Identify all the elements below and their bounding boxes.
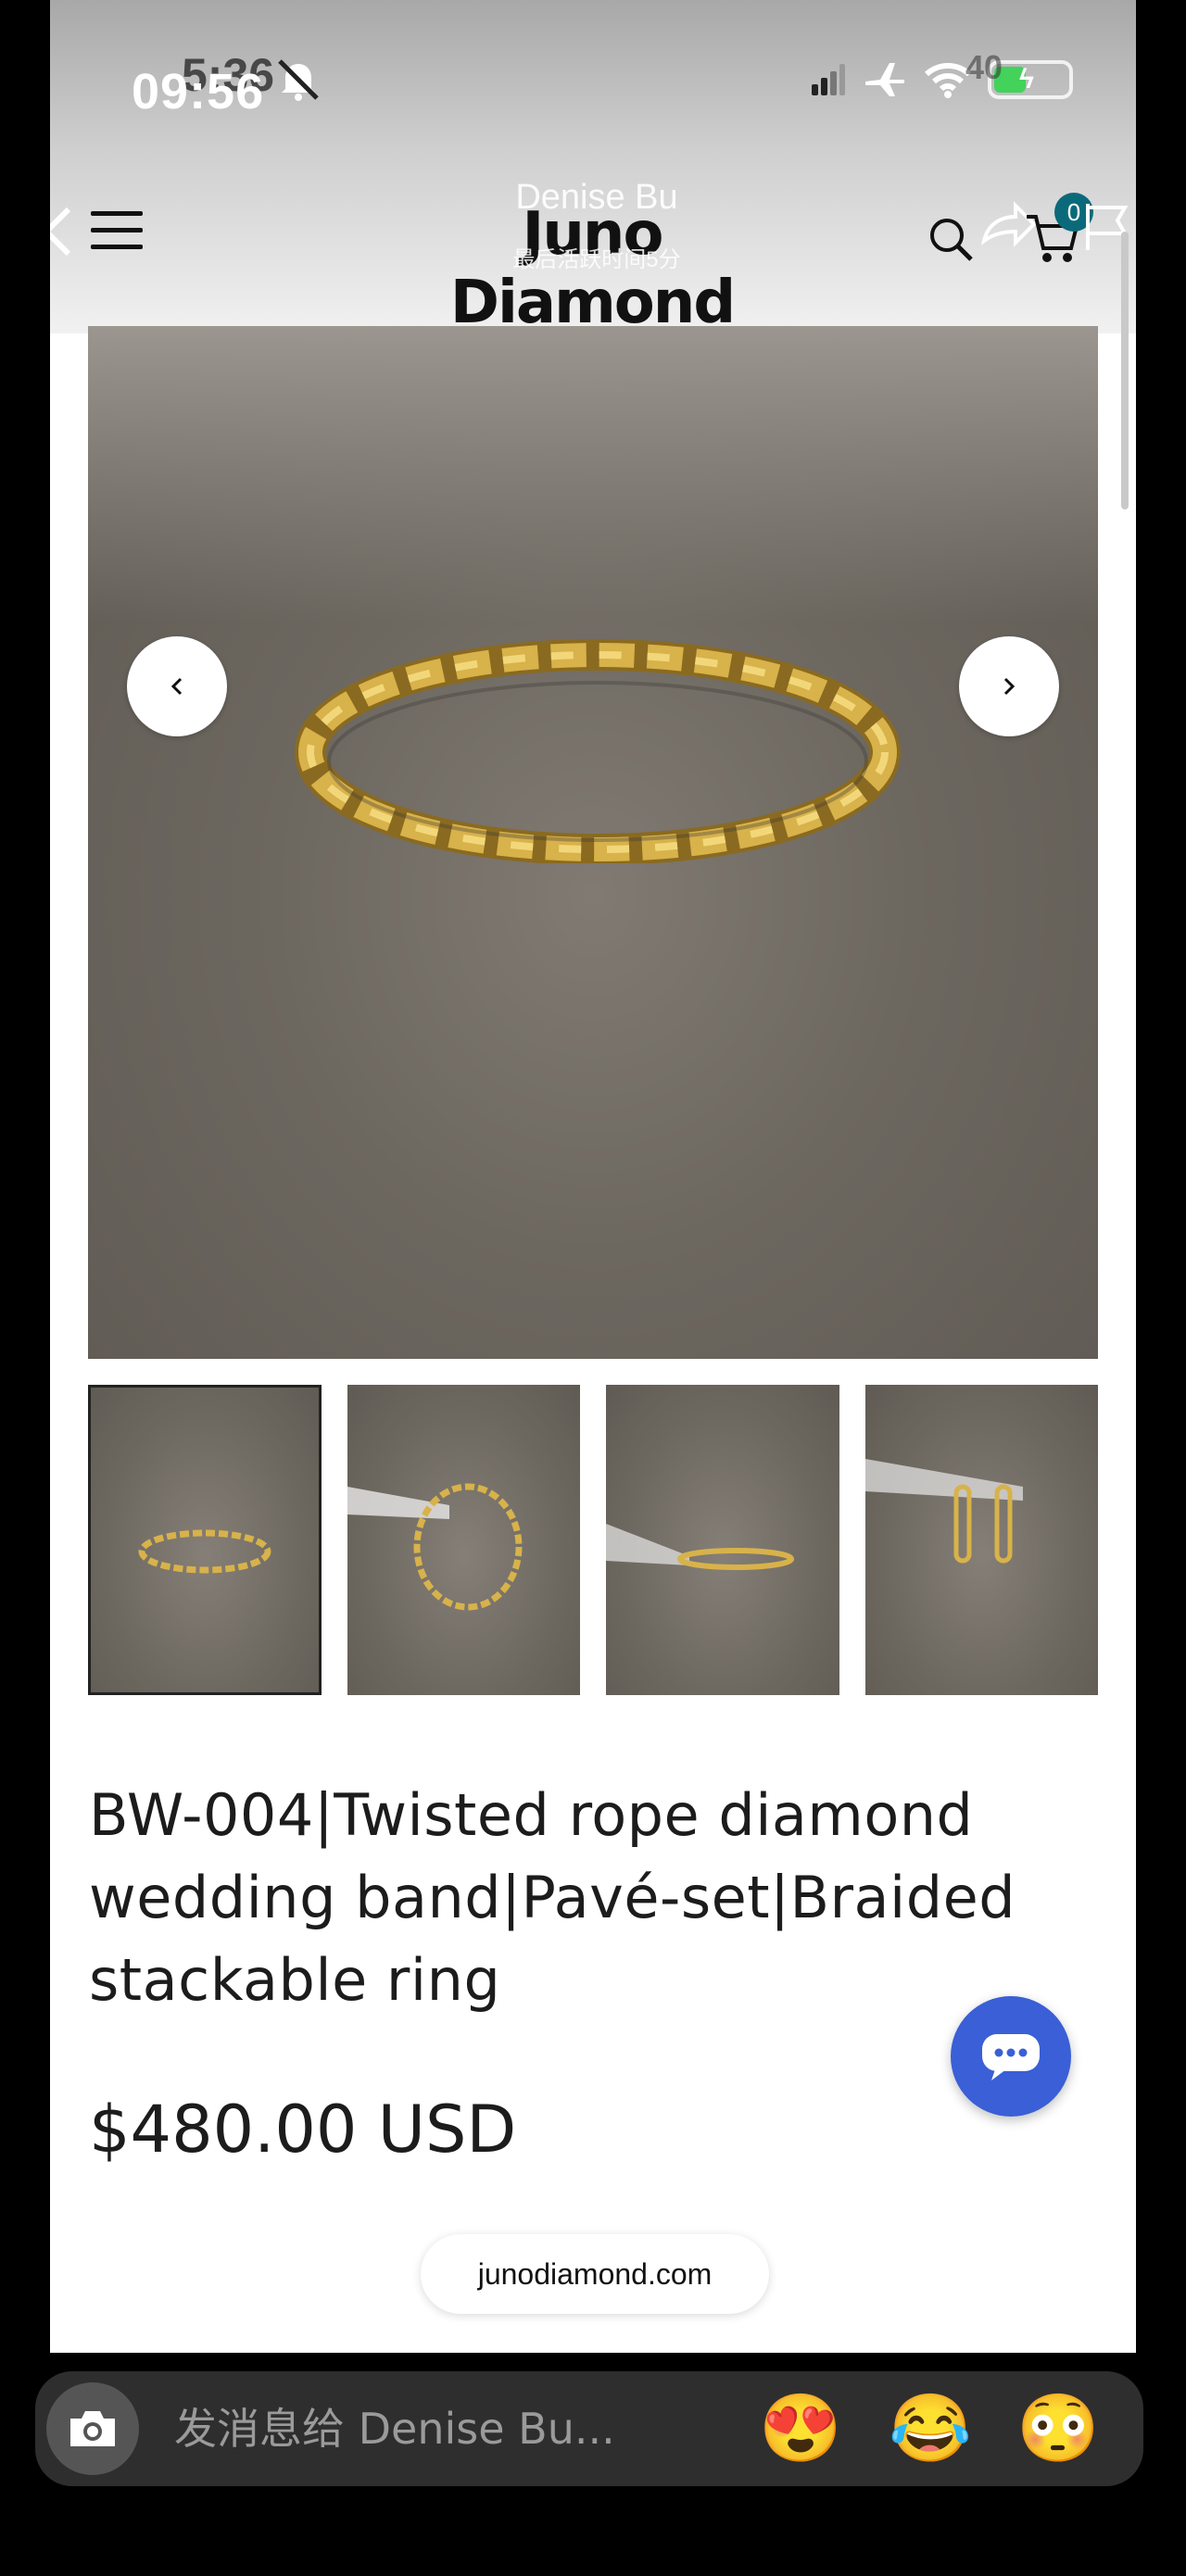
thumbnail-2[interactable]	[347, 1385, 580, 1695]
back-icon[interactable]	[50, 204, 78, 259]
thumbnail-3[interactable]	[606, 1385, 839, 1695]
prev-image-button[interactable]	[127, 636, 227, 736]
menu-icon[interactable]	[91, 211, 143, 250]
contact-subtitle: 最后活跃时间5分	[512, 247, 681, 272]
search-icon[interactable]	[925, 213, 977, 265]
product-title: BW-004|Twisted rope diamond wedding band…	[89, 1781, 1016, 2014]
signal-icon	[812, 64, 845, 95]
message-input[interactable]	[174, 2399, 656, 2458]
product-price: $480.00 USD	[89, 2092, 517, 2168]
emoji-flushed[interactable]: 😳	[1016, 2386, 1101, 2471]
chat-button[interactable]	[951, 1996, 1071, 2117]
app-frame: 5:36 09:56 ϟ 40 Juno Diamond Denise Bu 最…	[50, 0, 1136, 2353]
status-time: 09:56	[132, 64, 265, 119]
camera-button[interactable]	[46, 2382, 139, 2475]
contact-name: Denise Bu	[515, 178, 678, 217]
ring-thumbnail-image	[138, 1529, 271, 1574]
camera-icon	[70, 2411, 115, 2446]
chevron-right-icon	[1003, 677, 1016, 696]
site-header: Juno Diamond Denise Bu 最后活跃时间5分 0	[50, 167, 1136, 337]
ring-image	[295, 639, 901, 863]
thumbnail-4[interactable]	[864, 1385, 1098, 1695]
bell-slash-icon	[278, 59, 319, 101]
ring-pair-image	[864, 1459, 1023, 1564]
chevron-left-icon	[170, 677, 183, 696]
product-main-image[interactable]	[88, 326, 1098, 1359]
airplane-icon	[865, 63, 905, 96]
next-image-button[interactable]	[959, 636, 1059, 736]
domain-pill[interactable]: junodiamond.com	[421, 2234, 769, 2314]
ring-tweezers-image	[347, 1483, 522, 1611]
chat-icon	[982, 2034, 1040, 2080]
ring-side-image	[606, 1524, 794, 1570]
emoji-laughing[interactable]: 😂	[888, 2386, 973, 2471]
scrollbar[interactable]	[1121, 232, 1129, 509]
thumbnail-strip	[88, 1385, 1098, 1695]
battery-level: 40	[965, 48, 1003, 86]
wifi-icon	[925, 63, 971, 98]
message-bar: 😍 😂 😳	[35, 2371, 1143, 2486]
emoji-heart-eyes[interactable]: 😍	[758, 2386, 843, 2471]
thumbnail-1[interactable]	[88, 1385, 322, 1695]
